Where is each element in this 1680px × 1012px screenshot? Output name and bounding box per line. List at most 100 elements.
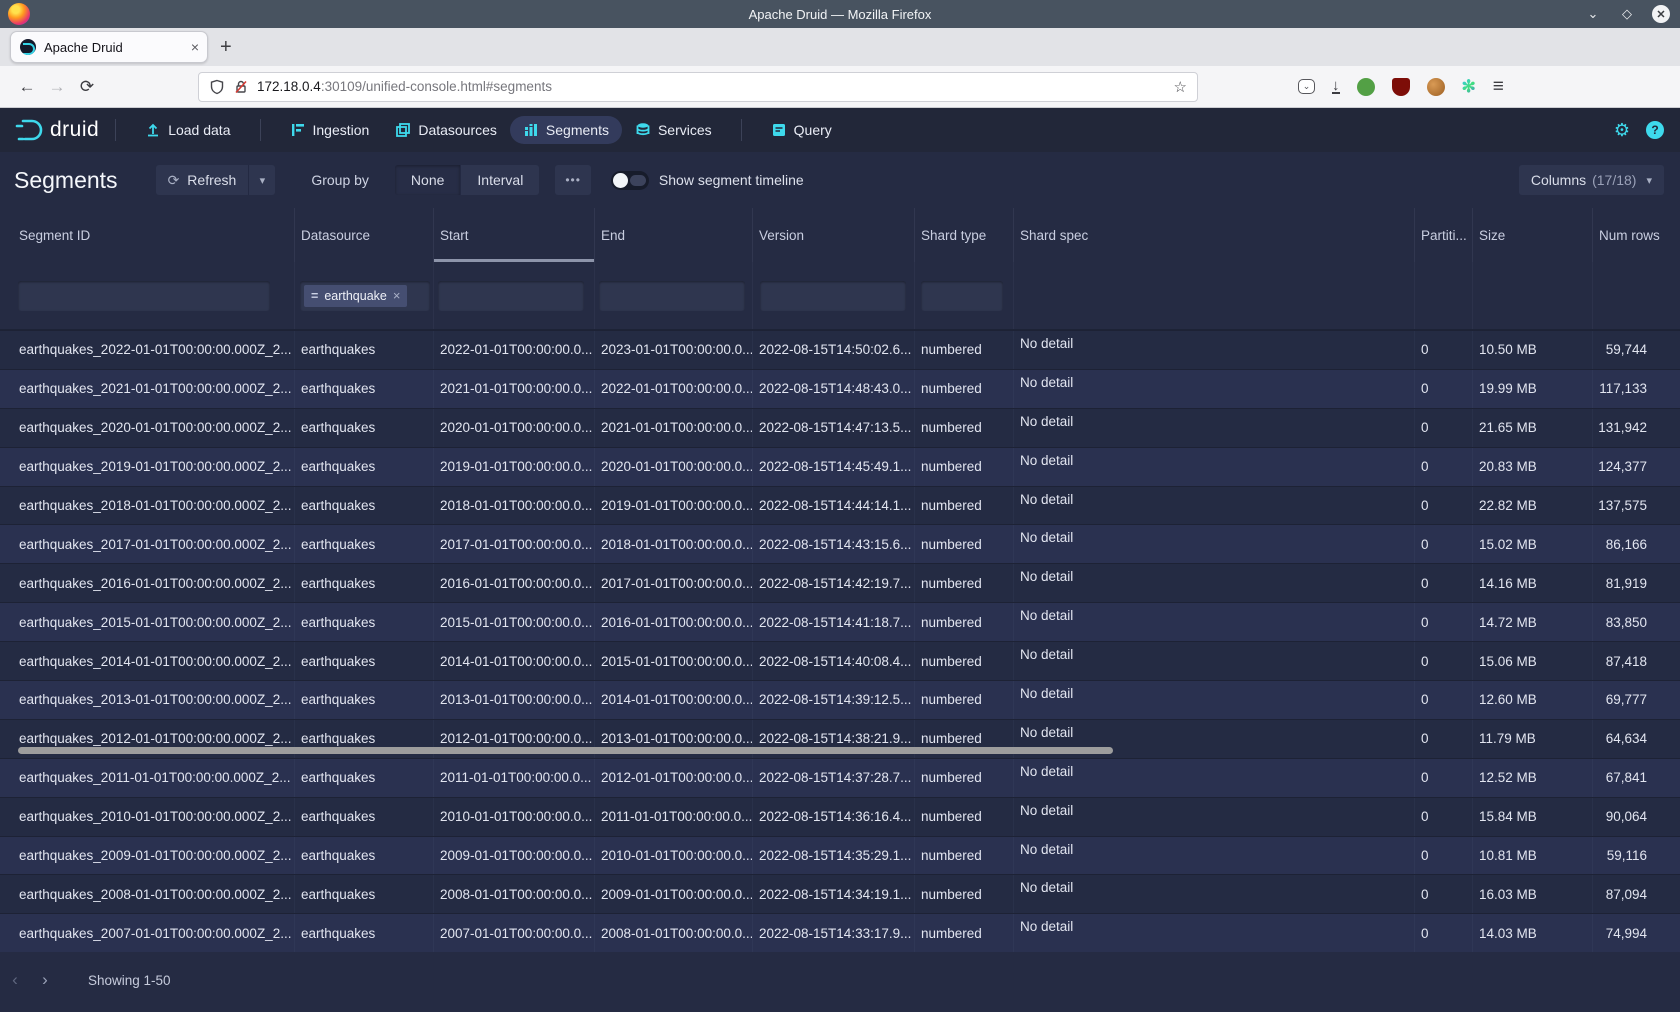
back-icon[interactable]: ← xyxy=(12,77,42,97)
tab-strip: Apache Druid × + xyxy=(0,28,1680,66)
refresh-icon: ⟳ xyxy=(168,172,180,189)
tab-close-icon[interactable]: × xyxy=(191,39,199,55)
sparkle-extension-icon[interactable]: ✻ xyxy=(1462,77,1476,97)
table-row[interactable]: earthquakes_2015-01-01T00:00:00.000Z_2..… xyxy=(0,602,1680,641)
table-row[interactable]: earthquakes_2016-01-01T00:00:00.000Z_2..… xyxy=(0,563,1680,602)
cell-start: 2020-01-01T00:00:00.0... xyxy=(434,409,595,447)
nav-item-load-data[interactable]: Load data xyxy=(132,116,243,144)
privacy-badger-icon[interactable] xyxy=(1357,78,1375,96)
table-row[interactable]: earthquakes_2014-01-01T00:00:00.000Z_2..… xyxy=(0,641,1680,680)
table-row[interactable]: earthquakes_2017-01-01T00:00:00.000Z_2..… xyxy=(0,524,1680,563)
group-by-interval-button[interactable]: Interval xyxy=(461,165,539,195)
settings-gear-icon[interactable]: ⚙ xyxy=(1614,120,1630,141)
table-row[interactable]: earthquakes_2011-01-01T00:00:00.000Z_2..… xyxy=(0,758,1680,797)
group-by-none-button[interactable]: None xyxy=(395,165,460,195)
table-row[interactable]: earthquakes_2008-01-01T00:00:00.000Z_2..… xyxy=(0,874,1680,913)
cell-version: 2022-08-15T14:44:14.1... xyxy=(753,487,915,525)
tab-title: Apache Druid xyxy=(44,40,191,55)
filter-segment-id-input[interactable] xyxy=(18,281,270,311)
cell-partitions: 0 xyxy=(1415,331,1473,369)
cell-end: 2015-01-01T00:00:00.0... xyxy=(595,642,753,680)
remove-filter-icon[interactable]: × xyxy=(393,288,401,303)
column-header-end[interactable]: End xyxy=(595,208,753,262)
nav-label: Datasources xyxy=(418,122,497,138)
bookmark-star-icon[interactable]: ☆ xyxy=(1174,78,1187,96)
url-bar[interactable]: 172.18.0.4:30109/unified-console.html#se… xyxy=(198,72,1198,102)
window-maximize-icon[interactable]: ◇ xyxy=(1618,5,1636,23)
refresh-caret-button[interactable]: ▾ xyxy=(249,174,275,187)
previous-page-icon[interactable]: ‹ xyxy=(0,970,30,990)
download-icon[interactable]: ↓ xyxy=(1332,79,1340,94)
shield-icon[interactable] xyxy=(209,79,225,95)
druid-brand-text: druid xyxy=(50,118,99,142)
cell-num-rows: 87,418 xyxy=(1593,642,1680,680)
columns-button[interactable]: Columns (17/18) ▾ xyxy=(1519,165,1664,195)
filter-shard-type-input[interactable] xyxy=(921,281,1003,311)
cell-datasource: earthquakes xyxy=(295,525,434,563)
cell-datasource: earthquakes xyxy=(295,409,434,447)
cell-size: 10.81 MB xyxy=(1473,837,1593,875)
next-page-icon[interactable]: › xyxy=(30,970,60,990)
table-row[interactable]: earthquakes_2022-01-01T00:00:00.000Z_2..… xyxy=(0,330,1680,369)
cell-id: earthquakes_2013-01-01T00:00:00.000Z_2..… xyxy=(0,681,295,719)
segments-icon xyxy=(523,122,539,138)
table-row[interactable]: earthquakes_2018-01-01T00:00:00.000Z_2..… xyxy=(0,486,1680,525)
segment-timeline-toggle[interactable] xyxy=(611,171,649,190)
table-row[interactable]: earthquakes_2019-01-01T00:00:00.000Z_2..… xyxy=(0,447,1680,486)
divider xyxy=(115,119,116,141)
table-row[interactable]: earthquakes_2020-01-01T00:00:00.000Z_2..… xyxy=(0,408,1680,447)
column-header-partitions[interactable]: Partiti... xyxy=(1415,208,1473,262)
column-header-datasource[interactable]: Datasource xyxy=(295,208,434,262)
cell-datasource: earthquakes xyxy=(295,875,434,913)
nav-item-query[interactable]: Query xyxy=(758,116,845,144)
table-header-row: Segment ID Datasource Start End Version … xyxy=(0,208,1680,262)
filter-version-input[interactable] xyxy=(760,281,906,311)
column-header-size[interactable]: Size xyxy=(1473,208,1593,262)
table-row[interactable]: earthquakes_2007-01-01T00:00:00.000Z_2..… xyxy=(0,913,1680,952)
nav-item-services[interactable]: Services xyxy=(622,116,725,144)
cell-shard-type: numbered xyxy=(915,759,1014,797)
refresh-button[interactable]: ⟳ Refresh xyxy=(156,172,249,189)
nav-item-ingestion[interactable]: Ingestion xyxy=(277,116,383,144)
help-icon[interactable]: ? xyxy=(1646,121,1664,139)
cell-version: 2022-08-15T14:43:15.6... xyxy=(753,525,915,563)
window-minimize-icon[interactable]: ⌄ xyxy=(1584,5,1602,23)
column-header-num-rows[interactable]: Num rows xyxy=(1593,208,1680,262)
column-header-version[interactable]: Version xyxy=(753,208,915,262)
column-header-start[interactable]: Start xyxy=(434,208,595,262)
more-options-button[interactable]: ••• xyxy=(555,165,591,195)
cell-id: earthquakes_2020-01-01T00:00:00.000Z_2..… xyxy=(0,409,295,447)
column-header-shard-spec[interactable]: Shard spec xyxy=(1014,208,1415,262)
table-row[interactable]: earthquakes_2009-01-01T00:00:00.000Z_2..… xyxy=(0,836,1680,875)
horizontal-scrollbar[interactable] xyxy=(18,747,1113,754)
pocket-icon[interactable]: ⌄ xyxy=(1298,79,1315,94)
nav-item-segments[interactable]: Segments xyxy=(510,116,622,144)
column-header-segment-id[interactable]: Segment ID xyxy=(0,208,295,262)
forward-icon[interactable]: → xyxy=(42,77,72,97)
column-header-shard-type[interactable]: Shard type xyxy=(915,208,1014,262)
url-text[interactable]: 172.18.0.4:30109/unified-console.html#se… xyxy=(257,79,1174,94)
table-row[interactable]: earthquakes_2021-01-01T00:00:00.000Z_2..… xyxy=(0,369,1680,408)
filter-end-input[interactable] xyxy=(599,281,745,311)
nav-label: Services xyxy=(658,122,712,138)
insecure-lock-icon[interactable] xyxy=(233,79,249,95)
window-close-icon[interactable]: ✕ xyxy=(1652,5,1670,23)
filter-row: = earthquake × xyxy=(0,262,1680,330)
cell-end: 2009-01-01T00:00:00.0... xyxy=(595,875,753,913)
ublock-icon[interactable] xyxy=(1392,78,1410,96)
reload-icon[interactable]: ⟳ xyxy=(72,77,102,97)
filter-datasource-input[interactable]: = earthquake × xyxy=(300,281,430,311)
nav-item-datasources[interactable]: Datasources xyxy=(382,116,510,144)
browser-tab[interactable]: Apache Druid × xyxy=(10,31,208,63)
cell-end: 2018-01-01T00:00:00.0... xyxy=(595,525,753,563)
filter-start-input[interactable] xyxy=(438,281,584,311)
column-header-label: Start xyxy=(440,228,469,243)
cell-partitions: 0 xyxy=(1415,875,1473,913)
menu-hamburger-icon[interactable]: ≡ xyxy=(1493,76,1504,98)
table-row[interactable]: earthquakes_2010-01-01T00:00:00.000Z_2..… xyxy=(0,797,1680,836)
table-row[interactable]: earthquakes_2013-01-01T00:00:00.000Z_2..… xyxy=(0,680,1680,719)
new-tab-button[interactable]: + xyxy=(220,36,232,59)
cookie-extension-icon[interactable] xyxy=(1427,78,1445,96)
cell-shard-type: numbered xyxy=(915,487,1014,525)
cell-datasource: earthquakes xyxy=(295,681,434,719)
